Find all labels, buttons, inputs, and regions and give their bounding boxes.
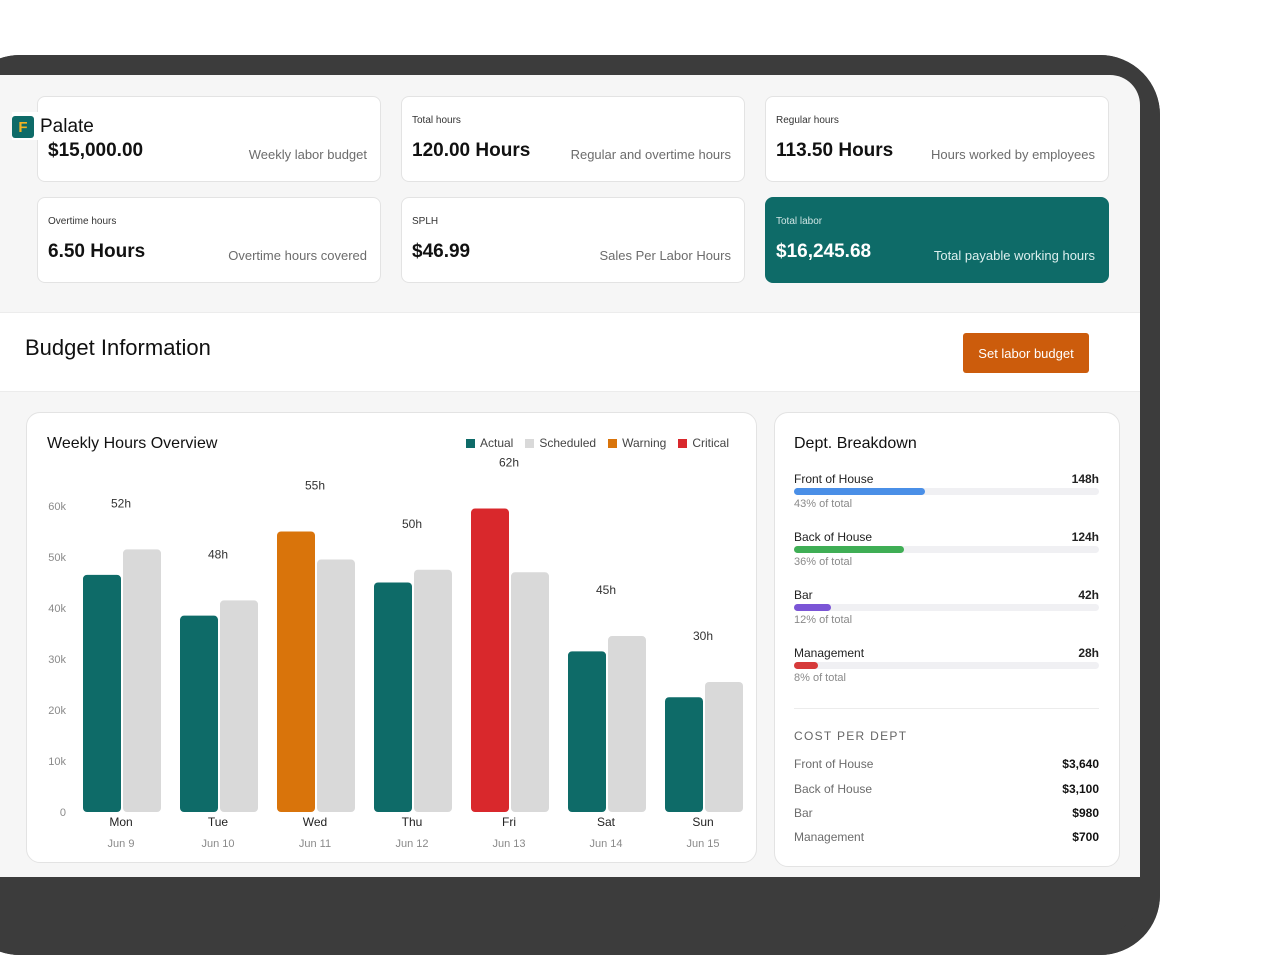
dept-progress-track: [794, 662, 1099, 669]
app-logo[interactable]: F Palate: [12, 112, 100, 140]
dept-progress-track: [794, 488, 1099, 495]
dept-title: Dept. Breakdown: [794, 435, 917, 452]
cost-value: $980: [1072, 806, 1099, 820]
x-day-label: Mon: [109, 815, 132, 829]
y-tick-label: 10k: [48, 756, 66, 768]
dept-progress-fill: [794, 546, 904, 553]
dept-pct: 12% of total: [794, 614, 853, 626]
x-day-label: Fri: [502, 815, 516, 829]
x-date-label: Jun 12: [395, 838, 428, 850]
cost-name: Management: [794, 830, 865, 844]
cost-name: Back of House: [794, 782, 873, 796]
x-day-label: Wed: [303, 815, 327, 829]
dept-progress-fill: [794, 604, 831, 611]
dept-progress-track: [794, 604, 1099, 611]
dept-name: Bar: [794, 588, 813, 602]
dept-pct: 36% of total: [794, 556, 853, 568]
x-date-label: Jun 11: [299, 838, 331, 850]
cost-title: COST PER DEPT: [794, 729, 908, 743]
divider: [794, 708, 1099, 709]
y-tick-label: 60k: [48, 501, 66, 513]
cost-value: $700: [1072, 830, 1099, 844]
x-day-label: Tue: [208, 815, 229, 829]
actual-bar: [471, 508, 509, 812]
actual-bar: [180, 615, 218, 812]
bar-value-label: 52h: [111, 496, 131, 510]
x-date-label: Jun 10: [201, 838, 234, 850]
scheduled-bar: [608, 636, 646, 812]
cost-value: $3,100: [1062, 782, 1099, 796]
cost-name: Front of House: [794, 757, 874, 771]
y-tick-label: 40k: [48, 603, 66, 615]
bar-value-label: 50h: [402, 517, 422, 531]
dept-name: Management: [794, 646, 865, 660]
dept-progress-fill: [794, 488, 926, 495]
bar-value-label: 30h: [693, 629, 713, 643]
actual-bar: [83, 574, 121, 812]
dept-pct: 43% of total: [794, 498, 853, 510]
y-tick-label: 20k: [48, 705, 66, 717]
dept-progress-fill: [794, 662, 819, 669]
x-date-label: Jun 13: [492, 838, 525, 850]
scheduled-bar: [220, 600, 258, 812]
x-date-label: Jun 15: [686, 838, 719, 850]
dept-progress-track: [794, 546, 1099, 553]
bar-value-label: 45h: [596, 583, 616, 597]
dept-name: Front of House: [794, 472, 874, 486]
dept-name: Back of House: [794, 530, 873, 544]
actual-bar: [374, 582, 412, 812]
actual-bar: [665, 697, 703, 812]
scheduled-bar: [511, 572, 549, 812]
dept-hours: 42h: [1078, 588, 1099, 602]
scheduled-bar: [123, 549, 161, 812]
y-tick-label: 0: [60, 807, 66, 819]
x-date-label: Jun 14: [589, 838, 622, 850]
x-date-label: Jun 9: [108, 838, 135, 850]
bar-value-label: 48h: [208, 547, 228, 561]
scheduled-bar: [705, 681, 743, 812]
bar-value-label: 62h: [499, 456, 519, 470]
actual-bar: [277, 531, 315, 812]
palate-logo-icon: F: [12, 116, 34, 138]
y-tick-label: 30k: [48, 654, 66, 666]
dept-pct: 8% of total: [794, 672, 846, 684]
y-tick-label: 50k: [48, 552, 66, 564]
x-day-label: Sun: [692, 815, 713, 829]
scheduled-bar: [414, 569, 452, 812]
bar-value-label: 55h: [305, 479, 325, 493]
scheduled-bar: [317, 559, 355, 812]
dept-hours: 28h: [1078, 646, 1099, 660]
app-name: Palate: [40, 116, 94, 137]
dept-hours: 148h: [1071, 472, 1099, 486]
cost-value: $3,640: [1062, 757, 1099, 771]
x-day-label: Thu: [402, 815, 423, 829]
actual-bar: [568, 651, 606, 812]
x-day-label: Sat: [597, 815, 616, 829]
dept-hours: 124h: [1071, 530, 1099, 544]
cost-name: Bar: [794, 806, 813, 820]
